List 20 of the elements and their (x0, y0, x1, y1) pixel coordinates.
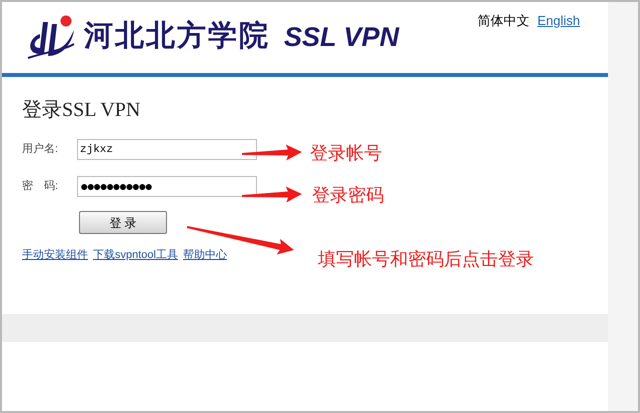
password-field[interactable]: ●●●●●●●●●●● (77, 176, 257, 197)
logo-icon (26, 14, 76, 60)
help-link[interactable]: 手动安装组件 (22, 246, 88, 263)
arrow-icon (242, 186, 302, 204)
annotation-text: 填写帐号和密码后点击登录 (318, 248, 534, 271)
school-name: 河北北方学院 (84, 18, 270, 54)
product-name: SSL VPN (284, 20, 400, 54)
field-label: 用户名: (22, 142, 60, 158)
help-link[interactable]: 帮助中心 (182, 246, 227, 263)
field-label: 密 码: (22, 178, 60, 194)
scrollbar[interactable] (608, 2, 638, 411)
login-title: 登录SSL VPN (22, 98, 142, 123)
help-link[interactable]: 下载svpntool工具 (93, 246, 178, 263)
login-button[interactable]: 登 录 (79, 211, 167, 234)
arrow-icon (242, 144, 302, 162)
annotation-text: 登录帐号 (310, 142, 382, 165)
username-field[interactable]: zjkxz (77, 139, 257, 160)
language-link[interactable]: 简体中文 (477, 11, 530, 30)
language-link[interactable]: English (537, 11, 580, 30)
annotation-text: 登录密码 (312, 184, 384, 207)
